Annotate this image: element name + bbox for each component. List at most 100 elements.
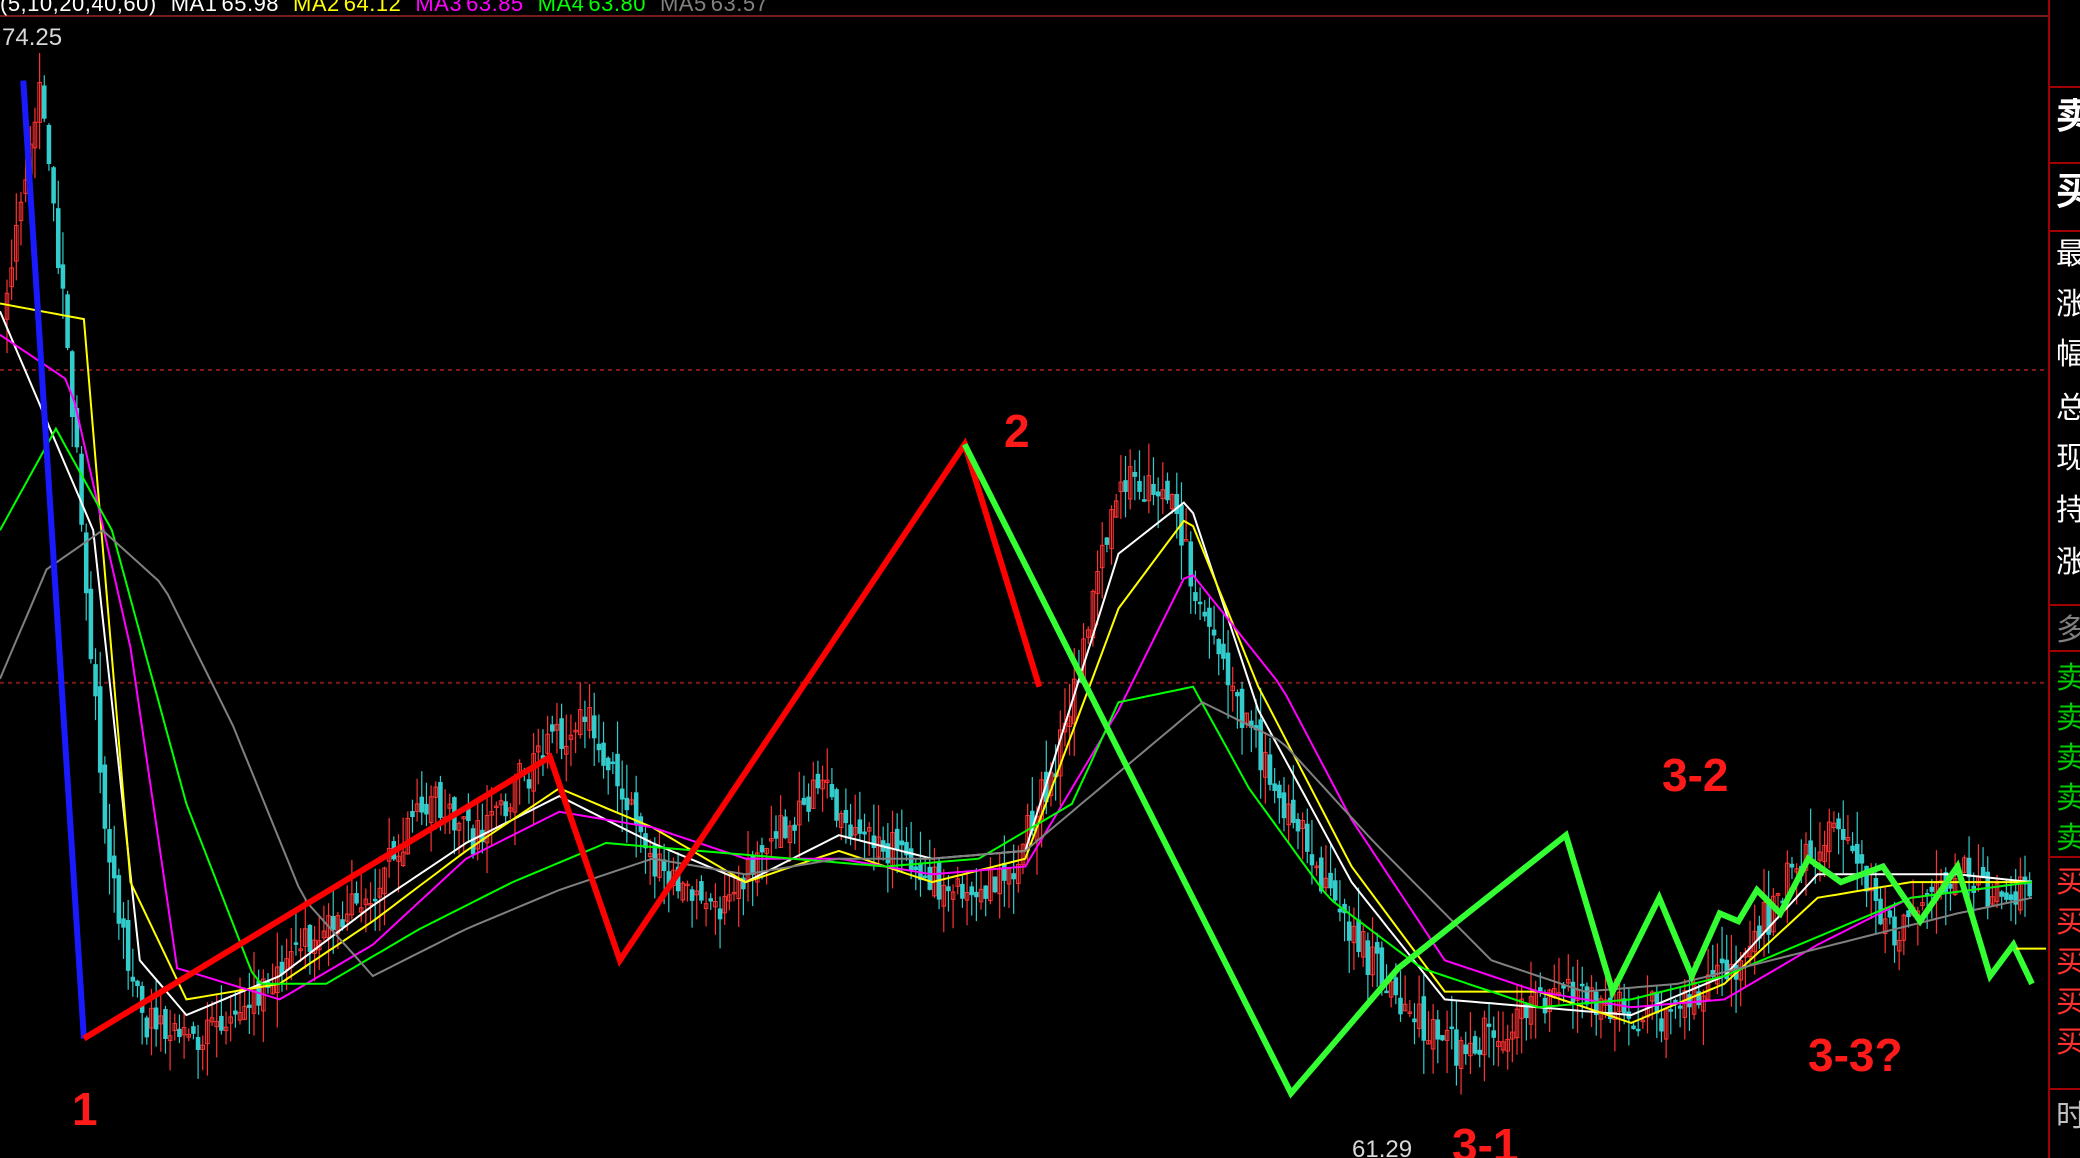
candle-body [992, 876, 998, 893]
candle-body [699, 881, 704, 901]
candle-body [163, 1009, 168, 1039]
ma3-legend: MA3 63.85 [415, 0, 523, 16]
candle-body [582, 716, 588, 723]
ma5-label: MA5 [659, 0, 707, 16]
candle-body [871, 835, 877, 849]
side-panel-label-10: 卖 [2056, 662, 2080, 696]
side-panel-label-12: 卖 [2056, 742, 2080, 776]
candle-body [596, 743, 602, 751]
candle-body [46, 124, 52, 164]
side-panel-label-7: 持 [2056, 494, 2080, 528]
candle-body [1887, 910, 1893, 918]
side-panel-label-3: 涨 [2056, 288, 2080, 322]
candle-body [1356, 919, 1361, 953]
candle-body [1472, 1036, 1478, 1054]
candle-body [1221, 643, 1226, 659]
candle-body [848, 824, 853, 837]
candle-body [1011, 873, 1016, 880]
candle-body [1929, 886, 1935, 892]
wave-line-blue [20, 80, 87, 1039]
candle-body [60, 264, 66, 289]
candle-body [1225, 652, 1231, 686]
candle-body [1966, 857, 1972, 878]
candle-body [79, 453, 84, 525]
candle-body [1449, 1026, 1455, 1030]
ma2-label: MA2 [293, 0, 340, 16]
candle-body [1412, 1018, 1417, 1023]
side-panel-label-0: 卖 [2056, 98, 2080, 132]
candle-body [1999, 891, 2004, 897]
side-panel-label-13: 卖 [2056, 782, 2080, 816]
candle-body [1892, 916, 1897, 946]
candle-body [51, 167, 56, 204]
candle-body [2004, 892, 2009, 900]
candle-body [1277, 784, 1282, 799]
side-panel-label-20: 时 [2056, 1100, 2080, 1134]
ma1-legend: MA1 65.98 [171, 0, 279, 16]
candle-body [307, 924, 313, 952]
candle-body [1183, 539, 1189, 542]
candle-body [894, 828, 900, 850]
candle-body [330, 916, 336, 931]
candle-body [1132, 471, 1138, 477]
candle-body [247, 1004, 252, 1008]
candle-body [1673, 999, 1678, 1004]
candle-body [1365, 940, 1371, 976]
candle-body [591, 715, 597, 739]
candle-body [1579, 983, 1585, 987]
side-panel-label-5: 总 [2056, 392, 2080, 426]
side-panel-label-9: 多 [2056, 614, 2080, 648]
candle-body [419, 796, 425, 813]
candle-body [1123, 480, 1128, 492]
candle-body [1840, 829, 1846, 840]
candle-body [1873, 878, 1879, 901]
wave-line-green [962, 442, 2035, 1099]
candle-body [88, 588, 94, 660]
chart-stage: (5,10,20,40,60) MA1 65.98 MA2 64.12 MA3 63.85 M… [0, 0, 2080, 1158]
side-panel-label-4: 幅 [2056, 338, 2080, 372]
candle-body [960, 883, 965, 899]
candle-body [1421, 996, 1427, 1041]
candle-body [1906, 910, 1911, 918]
candle-body [1659, 1018, 1664, 1032]
candle-body [372, 898, 378, 902]
candle-body [144, 1017, 150, 1038]
candle-body [1291, 799, 1296, 823]
candle-body [340, 919, 345, 928]
candle-body [559, 718, 564, 749]
ma1-label: MA1 [170, 0, 218, 16]
candle-body [1677, 1005, 1683, 1009]
candle-body [1398, 997, 1403, 1015]
candle-body [1211, 629, 1217, 636]
ma2-value: 64.12 [343, 0, 402, 16]
candle-body [1305, 823, 1310, 852]
low-price-label: 61.29 [1352, 1136, 1413, 1158]
candle-body [1570, 981, 1576, 1003]
side-panel-separator [2050, 856, 2080, 858]
candle-body [1193, 592, 1198, 602]
ma5-value: 63.57 [710, 0, 769, 16]
candle-body [1216, 639, 1222, 655]
candle-body [1631, 1025, 1636, 1030]
wave-label-3-1: 3-1 [1452, 1119, 1519, 1158]
candle-body [773, 831, 779, 839]
candle-body [1384, 990, 1389, 994]
candle-body [1258, 719, 1263, 771]
candle-body [410, 811, 415, 818]
side-panel-label-15: 买 [2056, 866, 2080, 900]
candle-body [1104, 537, 1110, 545]
ma4-legend: MA4 63.80 [538, 0, 646, 16]
candle-body [652, 844, 658, 877]
candle-body [93, 664, 98, 697]
candle-body [1542, 997, 1548, 1014]
candle-body [1165, 480, 1170, 501]
side-panel-separator [2050, 230, 2080, 232]
wave-label-2: 2 [1004, 405, 1030, 457]
ma-params: (5,10,20,40,60) [0, 0, 157, 16]
side-panel-label-8: 涨 [2056, 546, 2080, 580]
candle-body [1719, 958, 1725, 964]
candle-body [1207, 607, 1212, 627]
side-panel-label-14: 卖 [2056, 822, 2080, 856]
candle-body [1337, 908, 1343, 913]
candle-body [1668, 1009, 1674, 1012]
